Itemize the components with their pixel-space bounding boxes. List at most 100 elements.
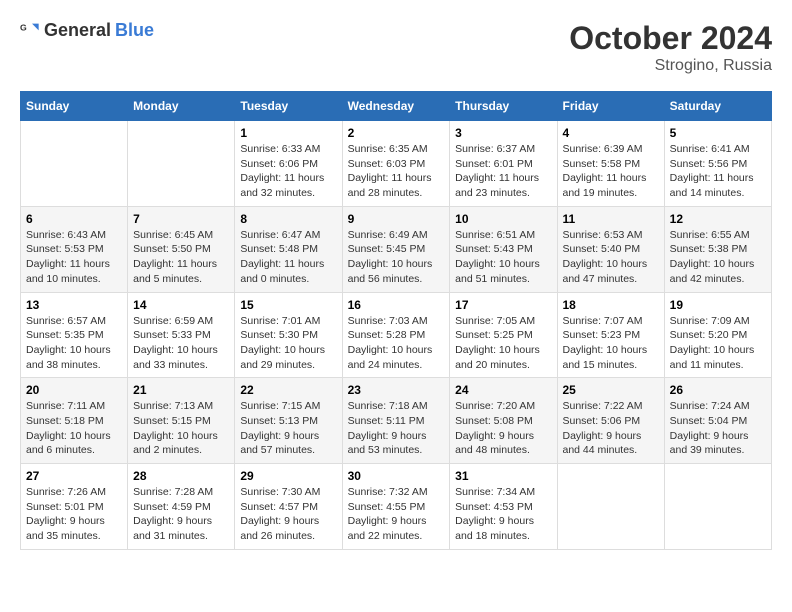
weekday-header: Sunday: [21, 92, 128, 121]
day-info: Sunrise: 6:35 AMSunset: 6:03 PMDaylight:…: [348, 142, 445, 201]
day-number: 24: [455, 383, 551, 397]
day-info: Sunrise: 6:37 AMSunset: 6:01 PMDaylight:…: [455, 142, 551, 201]
day-number: 6: [26, 212, 122, 226]
calendar-week-row: 1Sunrise: 6:33 AMSunset: 6:06 PMDaylight…: [21, 121, 772, 207]
calendar-cell: 5 Sunrise: 6:41 AMSunset: 5:56 PMDaylight…: [664, 121, 771, 207]
day-info: Sunrise: 7:26 AMSunset: 5:01 PMDaylight:…: [26, 485, 122, 544]
page-header: G GeneralBlue October 2024 Strogino, Rus…: [20, 20, 772, 75]
weekday-header: Wednesday: [342, 92, 450, 121]
day-info: Sunrise: 6:45 AMSunset: 5:50 PMDaylight:…: [133, 228, 229, 287]
day-number: 17: [455, 298, 551, 312]
day-info: Sunrise: 7:07 AMSunset: 5:23 PMDaylight:…: [563, 314, 659, 373]
day-number: 16: [348, 298, 445, 312]
calendar-cell: 25 Sunrise: 7:22 AMSunset: 5:06 PMDayligh…: [557, 378, 664, 464]
day-number: 10: [455, 212, 551, 226]
calendar-cell: 6Sunrise: 6:43 AMSunset: 5:53 PMDaylight…: [21, 206, 128, 292]
calendar-cell: 3 Sunrise: 6:37 AMSunset: 6:01 PMDaylight…: [450, 121, 557, 207]
weekday-header: Tuesday: [235, 92, 342, 121]
day-number: 21: [133, 383, 229, 397]
day-info: Sunrise: 7:11 AMSunset: 5:18 PMDaylight:…: [26, 399, 122, 458]
day-info: Sunrise: 7:09 AMSunset: 5:20 PMDaylight:…: [670, 314, 766, 373]
day-info: Sunrise: 7:13 AMSunset: 5:15 PMDaylight:…: [133, 399, 229, 458]
day-info: Sunrise: 7:20 AMSunset: 5:08 PMDaylight:…: [455, 399, 551, 458]
calendar-cell: 11 Sunrise: 6:53 AMSunset: 5:40 PMDayligh…: [557, 206, 664, 292]
day-number: 30: [348, 469, 445, 483]
day-info: Sunrise: 6:55 AMSunset: 5:38 PMDaylight:…: [670, 228, 766, 287]
day-info: Sunrise: 7:34 AMSunset: 4:53 PMDaylight:…: [455, 485, 551, 544]
calendar-cell: 22Sunrise: 7:15 AMSunset: 5:13 PMDayligh…: [235, 378, 342, 464]
day-number: 2: [348, 126, 445, 140]
calendar-cell: 20 Sunrise: 7:11 AMSunset: 5:18 PMDayligh…: [21, 378, 128, 464]
day-number: 13: [26, 298, 122, 312]
day-number: 5: [670, 126, 766, 140]
calendar-cell: 26Sunrise: 7:24 AMSunset: 5:04 PMDayligh…: [664, 378, 771, 464]
day-number: 11: [563, 212, 659, 226]
logo-text-general: General: [44, 20, 111, 41]
calendar-cell: 15 Sunrise: 7:01 AMSunset: 5:30 PMDayligh…: [235, 292, 342, 378]
day-info: Sunrise: 7:28 AMSunset: 4:59 PMDaylight:…: [133, 485, 229, 544]
calendar-cell: 13 Sunrise: 6:57 AMSunset: 5:35 PMDayligh…: [21, 292, 128, 378]
day-number: 3: [455, 126, 551, 140]
day-info: Sunrise: 7:24 AMSunset: 5:04 PMDaylight:…: [670, 399, 766, 458]
title-block: October 2024 Strogino, Russia: [569, 20, 772, 75]
calendar-cell: [557, 464, 664, 550]
day-info: Sunrise: 6:57 AMSunset: 5:35 PMDaylight:…: [26, 314, 122, 373]
day-number: 18: [563, 298, 659, 312]
calendar-cell: [128, 121, 235, 207]
day-number: 20: [26, 383, 122, 397]
calendar-cell: 4Sunrise: 6:39 AMSunset: 5:58 PMDaylight…: [557, 121, 664, 207]
day-info: Sunrise: 7:30 AMSunset: 4:57 PMDaylight:…: [240, 485, 336, 544]
day-number: 22: [240, 383, 336, 397]
day-info: Sunrise: 7:01 AMSunset: 5:30 PMDaylight:…: [240, 314, 336, 373]
calendar-week-row: 20 Sunrise: 7:11 AMSunset: 5:18 PMDayligh…: [21, 378, 772, 464]
calendar-cell: 21 Sunrise: 7:13 AMSunset: 5:15 PMDayligh…: [128, 378, 235, 464]
day-number: 14: [133, 298, 229, 312]
weekday-header: Monday: [128, 92, 235, 121]
logo: G GeneralBlue: [20, 20, 154, 41]
calendar-cell: 18 Sunrise: 7:07 AMSunset: 5:23 PMDayligh…: [557, 292, 664, 378]
day-number: 8: [240, 212, 336, 226]
calendar-cell: 1Sunrise: 6:33 AMSunset: 6:06 PMDaylight…: [235, 121, 342, 207]
calendar-cell: 7 Sunrise: 6:45 AMSunset: 5:50 PMDaylight…: [128, 206, 235, 292]
calendar-cell: 16 Sunrise: 7:03 AMSunset: 5:28 PMDayligh…: [342, 292, 450, 378]
day-number: 15: [240, 298, 336, 312]
day-number: 29: [240, 469, 336, 483]
calendar-cell: 28Sunrise: 7:28 AMSunset: 4:59 PMDayligh…: [128, 464, 235, 550]
month-title: October 2024: [569, 20, 772, 57]
calendar-cell: 2 Sunrise: 6:35 AMSunset: 6:03 PMDaylight…: [342, 121, 450, 207]
day-number: 25: [563, 383, 659, 397]
calendar-cell: 12 Sunrise: 6:55 AMSunset: 5:38 PMDayligh…: [664, 206, 771, 292]
day-info: Sunrise: 7:03 AMSunset: 5:28 PMDaylight:…: [348, 314, 445, 373]
day-number: 1: [240, 126, 336, 140]
day-info: Sunrise: 6:47 AMSunset: 5:48 PMDaylight:…: [240, 228, 336, 287]
calendar-cell: 30 Sunrise: 7:32 AMSunset: 4:55 PMDayligh…: [342, 464, 450, 550]
day-number: 7: [133, 212, 229, 226]
calendar-cell: 17 Sunrise: 7:05 AMSunset: 5:25 PMDayligh…: [450, 292, 557, 378]
calendar-table: SundayMondayTuesdayWednesdayThursdayFrid…: [20, 91, 772, 550]
weekday-header: Friday: [557, 92, 664, 121]
day-info: Sunrise: 7:05 AMSunset: 5:25 PMDaylight:…: [455, 314, 551, 373]
day-number: 4: [563, 126, 659, 140]
day-info: Sunrise: 6:59 AMSunset: 5:33 PMDaylight:…: [133, 314, 229, 373]
day-number: 27: [26, 469, 122, 483]
day-info: Sunrise: 6:51 AMSunset: 5:43 PMDaylight:…: [455, 228, 551, 287]
svg-text:G: G: [20, 22, 27, 32]
calendar-cell: [664, 464, 771, 550]
location-title: Strogino, Russia: [569, 57, 772, 75]
day-info: Sunrise: 6:53 AMSunset: 5:40 PMDaylight:…: [563, 228, 659, 287]
day-info: Sunrise: 7:22 AMSunset: 5:06 PMDaylight:…: [563, 399, 659, 458]
calendar-cell: 31Sunrise: 7:34 AMSunset: 4:53 PMDayligh…: [450, 464, 557, 550]
logo-icon: G: [20, 21, 40, 41]
day-info: Sunrise: 7:32 AMSunset: 4:55 PMDaylight:…: [348, 485, 445, 544]
day-info: Sunrise: 6:41 AMSunset: 5:56 PMDaylight:…: [670, 142, 766, 201]
calendar-week-row: 27 Sunrise: 7:26 AMSunset: 5:01 PMDayligh…: [21, 464, 772, 550]
day-number: 12: [670, 212, 766, 226]
calendar-cell: 10 Sunrise: 6:51 AMSunset: 5:43 PMDayligh…: [450, 206, 557, 292]
logo-text-blue: Blue: [115, 20, 154, 41]
calendar-cell: 27 Sunrise: 7:26 AMSunset: 5:01 PMDayligh…: [21, 464, 128, 550]
day-number: 19: [670, 298, 766, 312]
calendar-week-row: 6Sunrise: 6:43 AMSunset: 5:53 PMDaylight…: [21, 206, 772, 292]
day-info: Sunrise: 7:18 AMSunset: 5:11 PMDaylight:…: [348, 399, 445, 458]
calendar-cell: 23Sunrise: 7:18 AMSunset: 5:11 PMDayligh…: [342, 378, 450, 464]
calendar-cell: 8 Sunrise: 6:47 AMSunset: 5:48 PMDaylight…: [235, 206, 342, 292]
